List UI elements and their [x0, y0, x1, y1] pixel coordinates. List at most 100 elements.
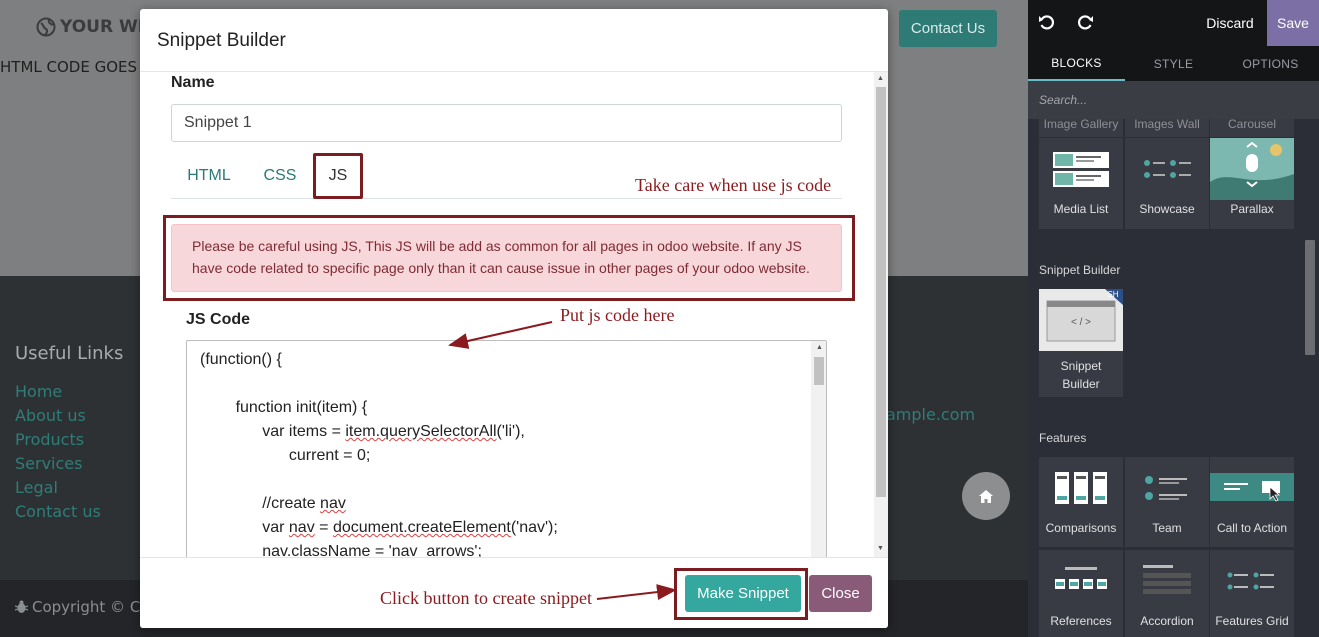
editor-panel: Discard Save BLOCKS STYLE OPTIONS Search…	[1028, 0, 1319, 637]
code-token: ('nav');	[510, 519, 558, 536]
footer-link-services[interactable]: Services	[15, 452, 101, 476]
editor-tabs: BLOCKS STYLE OPTIONS	[1028, 46, 1319, 81]
footer-link-contact[interactable]: Contact us	[15, 500, 101, 524]
code-token: nav	[320, 495, 346, 512]
block-label: References	[1050, 614, 1112, 628]
code-glyph-icon: < / >	[1070, 317, 1091, 328]
annotation-js-tab: Take care when use js code	[635, 175, 832, 195]
block-images-wall[interactable]: Images Wall	[1125, 119, 1209, 137]
block-carousel[interactable]: Carousel	[1210, 119, 1294, 137]
code-token: document.createElement	[332, 519, 511, 536]
tab-blocks[interactable]: BLOCKS	[1028, 46, 1125, 81]
block-label: Parallax	[1230, 202, 1274, 216]
annotation-code: Put js code here	[560, 305, 675, 325]
code-line: (function() {	[200, 351, 282, 368]
copyright: Copyright © Co	[15, 598, 149, 616]
tab-style[interactable]: STYLE	[1125, 46, 1222, 81]
modal-scroll-down-icon[interactable]: ▼	[877, 545, 884, 552]
media-list-thumbnail	[1039, 138, 1123, 200]
undo-icon[interactable]	[1038, 14, 1056, 32]
references-thumbnail	[1039, 550, 1123, 612]
footer-link-home[interactable]: Home	[15, 380, 101, 404]
showcase-thumbnail	[1125, 138, 1209, 200]
block-call-to-action[interactable]: Call to Action	[1210, 457, 1294, 547]
js-warning-alert: Please be careful using JS, This JS will…	[171, 224, 842, 292]
block-accordion[interactable]: Accordion	[1125, 550, 1209, 637]
globe-icon	[36, 17, 56, 37]
code-line: current = 0;	[288, 447, 371, 464]
home-button[interactable]	[962, 472, 1010, 520]
block-label: Accordion	[1140, 614, 1194, 628]
footer-email-link[interactable]: ample.com	[886, 405, 975, 424]
footer-link-products[interactable]: Products	[15, 428, 101, 452]
editor-toolbar: Discard Save	[1028, 0, 1319, 46]
footer-link-about[interactable]: About us	[15, 404, 101, 428]
tab-css[interactable]: CSS	[249, 153, 311, 199]
snippet-badge: SH	[1107, 290, 1119, 299]
snippet-name-input[interactable]	[171, 104, 842, 142]
comparisons-thumbnail	[1039, 457, 1123, 519]
name-label: Name	[171, 74, 215, 91]
modal-header: Snippet Builder	[140, 9, 888, 72]
code-token: =	[314, 519, 333, 536]
copyright-text: Copyright © Co	[32, 598, 150, 616]
block-references[interactable]: References	[1039, 550, 1123, 637]
tab-js[interactable]: JS	[313, 153, 363, 199]
js-code-content[interactable]: (function() { function init(item) { var …	[200, 348, 558, 564]
block-parallax[interactable]: Parallax	[1210, 138, 1294, 229]
code-token: nav	[288, 519, 315, 536]
html-placeholder-text: HTML CODE GOES H	[0, 58, 154, 76]
block-snippet-builder[interactable]: < / > SH Snippet Builder	[1039, 289, 1123, 397]
useful-links-list: Home About us Products Services Legal Co…	[15, 380, 101, 524]
modal-title: Snippet Builder	[157, 30, 286, 51]
save-button[interactable]: Save	[1267, 0, 1319, 46]
modal-scrollbar-thumb[interactable]	[876, 87, 886, 497]
features-grid-thumbnail	[1210, 550, 1294, 612]
block-image-gallery[interactable]: Image Gallery	[1039, 119, 1123, 137]
tab-options[interactable]: OPTIONS	[1222, 46, 1319, 81]
code-scroll-up-icon[interactable]: ▲	[816, 344, 823, 351]
code-line: var items =	[262, 423, 346, 440]
block-label: Features Grid	[1215, 614, 1289, 628]
close-button[interactable]: Close	[809, 575, 872, 612]
code-token: ('li'),	[496, 423, 525, 440]
snippet-builder-modal: Snippet Builder Name HTML CSS JS Take ca…	[140, 9, 888, 628]
parallax-thumbnail	[1210, 138, 1294, 200]
block-label: Comparisons	[1045, 521, 1117, 535]
block-comparisons[interactable]: Comparisons	[1039, 457, 1123, 547]
js-code-label: JS Code	[186, 311, 251, 328]
block-label: Media List	[1053, 202, 1109, 216]
block-media-list[interactable]: Media List	[1039, 138, 1123, 229]
team-thumbnail	[1125, 457, 1209, 519]
blocks-search-input[interactable]: Search...	[1028, 81, 1319, 119]
bug-icon	[15, 600, 28, 613]
footer-link-legal[interactable]: Legal	[15, 476, 101, 500]
call-to-action-thumbnail	[1210, 457, 1294, 519]
accordion-thumbnail	[1125, 550, 1209, 612]
js-code-editor[interactable]: (function() { function init(item) { var …	[186, 340, 827, 570]
code-token: var	[262, 519, 289, 536]
tab-html[interactable]: HTML	[171, 153, 247, 199]
block-label: Snippet Builder	[1060, 359, 1102, 391]
make-snippet-button[interactable]: Make Snippet	[685, 575, 801, 612]
code-line: //create	[262, 495, 321, 512]
block-features-grid[interactable]: Features Grid	[1210, 550, 1294, 637]
useful-links-title: Useful Links	[15, 343, 124, 364]
snippet-builder-section-title: Snippet Builder	[1039, 263, 1121, 277]
block-label: Call to Action	[1216, 521, 1288, 535]
features-section-title: Features	[1039, 431, 1087, 445]
code-line: function init(item) {	[235, 399, 368, 416]
modal-scroll-up-icon[interactable]: ▲	[877, 75, 884, 82]
redo-icon[interactable]	[1076, 14, 1094, 32]
discard-button[interactable]: Discard	[1195, 0, 1265, 46]
annotation-button: Click button to create snippet	[380, 588, 592, 608]
block-label: Showcase	[1139, 202, 1195, 216]
code-token: item.querySelectorAll	[345, 423, 497, 440]
block-label: Team	[1152, 521, 1182, 535]
contact-us-button[interactable]: Contact Us	[899, 10, 997, 47]
code-scrollbar-thumb[interactable]	[814, 357, 824, 385]
home-icon	[979, 489, 993, 503]
block-showcase[interactable]: Showcase	[1125, 138, 1209, 229]
block-team[interactable]: Team	[1125, 457, 1209, 547]
editor-scrollbar[interactable]	[1305, 240, 1315, 355]
